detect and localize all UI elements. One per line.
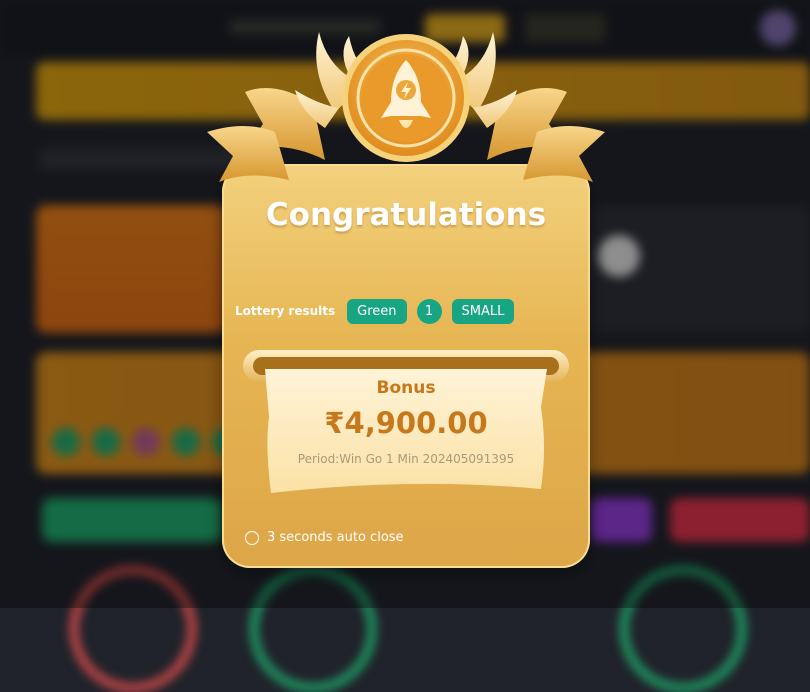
win-result-modal: Congratulations Lottery results Green 1 … — [205, 32, 607, 572]
period-text: Period:Win Go 1 Min 202405091395 — [297, 452, 515, 466]
lottery-results: Lottery results Green 1 SMALL — [235, 298, 515, 324]
medal-badge — [207, 32, 605, 182]
bonus-amount: ₹4,900.00 — [324, 406, 488, 440]
result-number-chip: 1 — [416, 298, 442, 324]
auto-close-label: 3 seconds auto close — [267, 530, 404, 545]
auto-close-toggle[interactable]: 3 seconds auto close — [245, 530, 404, 545]
bonus-label: Bonus — [376, 378, 436, 398]
result-size-chip: SMALL — [451, 298, 515, 324]
lottery-results-label: Lottery results — [235, 304, 336, 318]
congratulations-title: Congratulations — [265, 197, 547, 233]
result-color-chip: Green — [347, 298, 407, 324]
auto-close-radio[interactable] — [245, 530, 259, 545]
